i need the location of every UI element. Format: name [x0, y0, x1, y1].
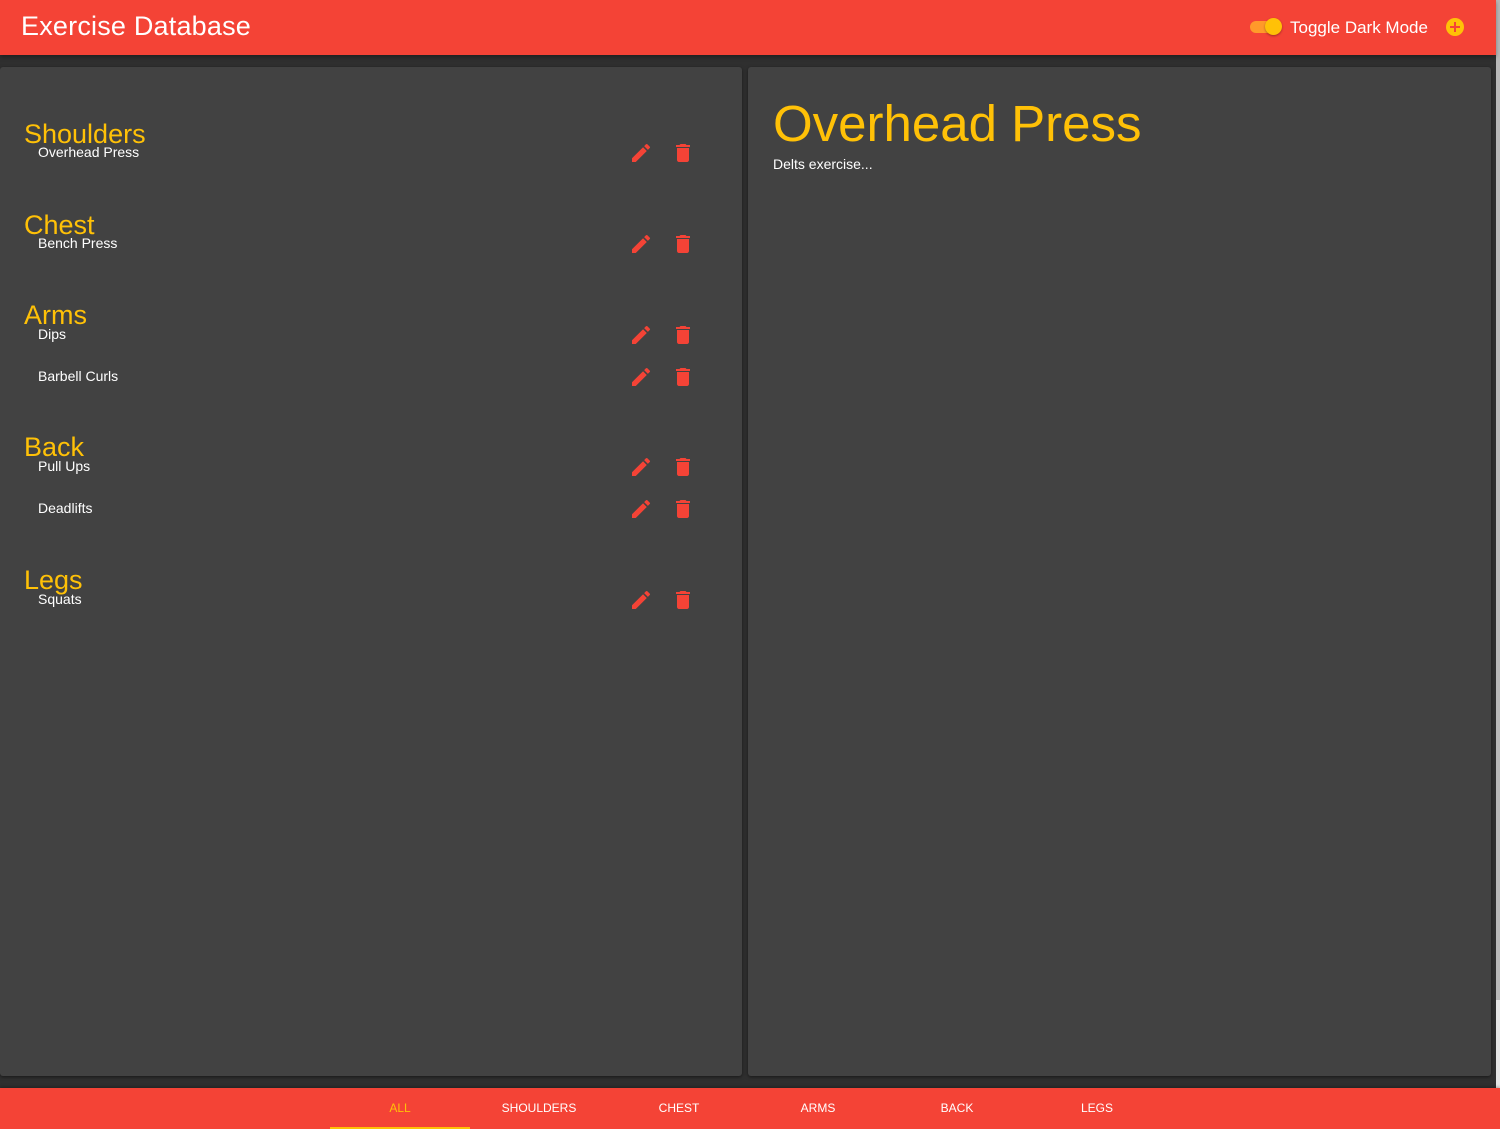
app-title: Exercise Database [21, 11, 252, 41]
page-scrollbar[interactable] [1496, 0, 1500, 1129]
scrollbar-thumb[interactable] [1496, 0, 1500, 1000]
exercise-detail-panel: Overhead Press Delts exercise... [748, 67, 1491, 1076]
exercise-list-item[interactable]: Barbell Curls [0, 357, 742, 397]
trash-icon[interactable] [671, 365, 695, 389]
app-root: Exercise Database Toggle Dark Mode Shoul… [0, 0, 1500, 1129]
toggle-thumb [1265, 18, 1282, 35]
exercise-name: Bench Press [38, 235, 118, 251]
exercise-list-item[interactable]: Pull Ups [0, 447, 742, 487]
exercise-detail-description: Delts exercise... [773, 156, 873, 172]
trash-icon[interactable] [671, 588, 695, 612]
exercise-name: Barbell Curls [38, 368, 119, 384]
muscle-tabs: All Shoulders Chest Arms Back Legs [0, 1088, 1500, 1129]
exercise-name: Deadlifts [38, 500, 93, 516]
tab-back[interactable]: Back [887, 1088, 1027, 1129]
pencil-icon[interactable] [629, 497, 653, 521]
exercise-list-item[interactable]: Bench Press [0, 224, 742, 264]
trash-icon[interactable] [671, 141, 695, 165]
pencil-icon[interactable] [629, 588, 653, 612]
tab-arms[interactable]: Arms [748, 1088, 888, 1129]
exercise-name: Overhead Press [38, 144, 140, 160]
pencil-icon[interactable] [629, 323, 653, 347]
tab-all[interactable]: All [330, 1088, 470, 1129]
trash-icon[interactable] [671, 497, 695, 521]
exercise-list-item[interactable]: Dips [0, 315, 742, 355]
add-exercise-button[interactable] [1446, 18, 1464, 36]
exercise-list-panel: Shoulders Overhead Press Chest Bench Press A… [0, 67, 742, 1076]
app-bar: Exercise Database Toggle Dark Mode [0, 0, 1496, 55]
exercise-list-item[interactable]: Overhead Press [0, 133, 742, 173]
pencil-icon[interactable] [629, 141, 653, 165]
pencil-icon[interactable] [629, 232, 653, 256]
exercise-name: Dips [38, 326, 67, 342]
tab-legs[interactable]: Legs [1027, 1088, 1167, 1129]
pencil-icon[interactable] [629, 365, 653, 389]
tab-chest[interactable]: Chest [609, 1088, 749, 1129]
trash-icon[interactable] [671, 232, 695, 256]
trash-icon[interactable] [671, 323, 695, 347]
exercise-name: Squats [38, 591, 82, 607]
dark-mode-label: Toggle Dark Mode [1290, 18, 1428, 37]
trash-icon[interactable] [671, 455, 695, 479]
exercise-detail-title: Overhead Press [773, 95, 1142, 152]
exercise-name: Pull Ups [38, 458, 91, 474]
dark-mode-toggle[interactable] [1248, 17, 1284, 37]
exercise-list-item[interactable]: Squats [0, 580, 742, 620]
exercise-list-item[interactable]: Deadlifts [0, 489, 742, 529]
pencil-icon[interactable] [629, 455, 653, 479]
tab-shoulders[interactable]: Shoulders [469, 1088, 609, 1129]
